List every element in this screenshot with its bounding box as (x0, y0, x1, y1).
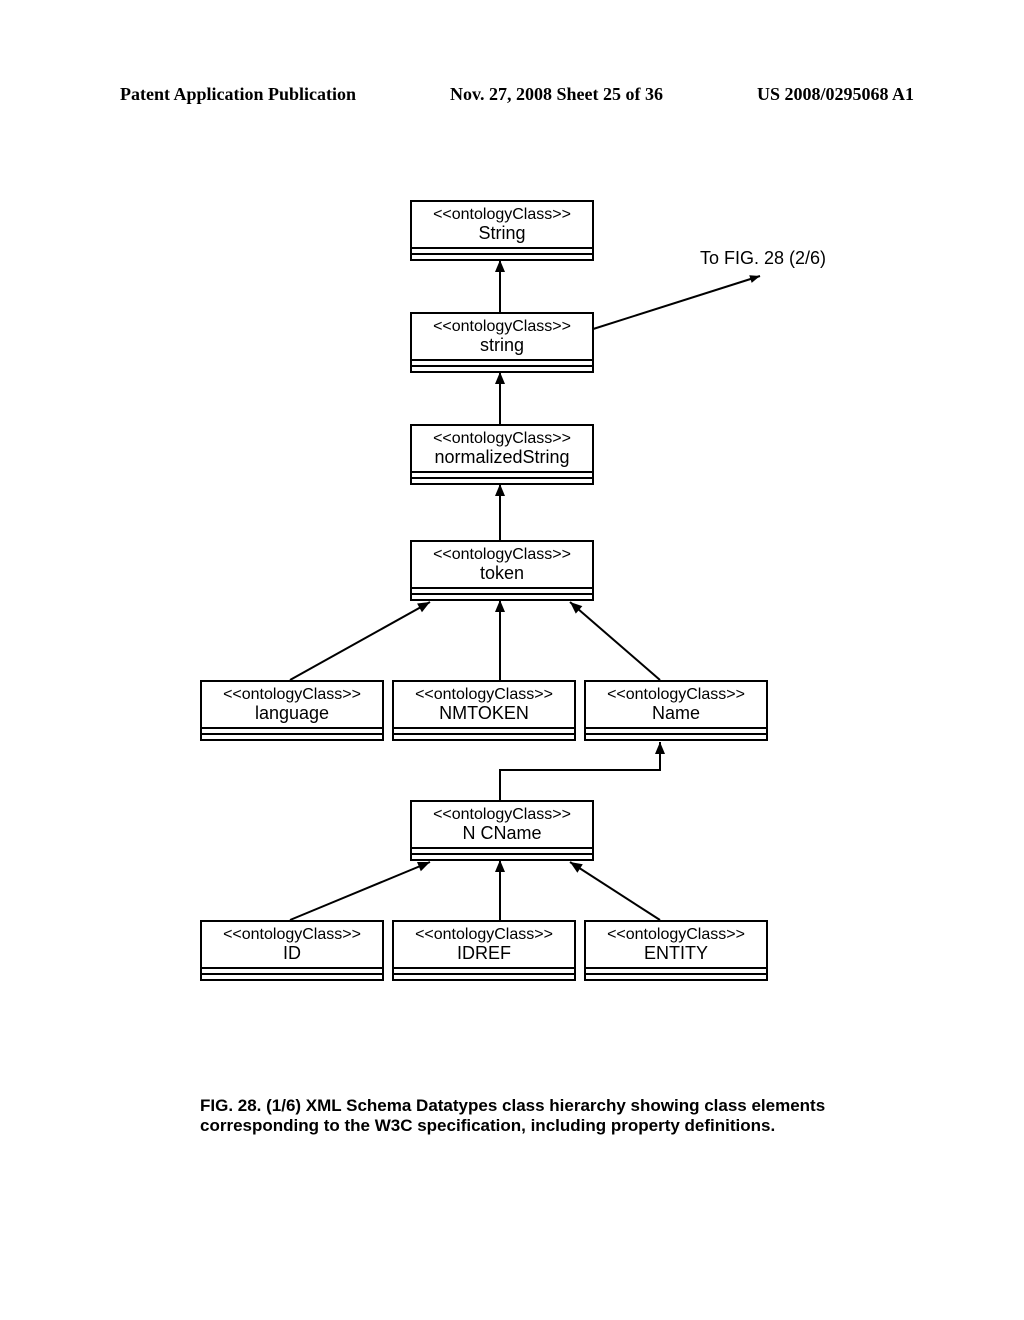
figure-caption: FIG. 28. (1/6) XML Schema Datatypes clas… (200, 1096, 840, 1137)
class-name: Name (586, 704, 766, 728)
class-box-NCName: <<ontologyClass>> N CName (410, 800, 594, 861)
stereotype-label: <<ontologyClass>> (586, 682, 766, 704)
class-name: ENTITY (586, 944, 766, 968)
class-box-Name: <<ontologyClass>> Name (584, 680, 768, 741)
class-box-NMTOKEN: <<ontologyClass>> NMTOKEN (392, 680, 576, 741)
stereotype-label: <<ontologyClass>> (412, 426, 592, 448)
class-name: ID (202, 944, 382, 968)
stereotype-label: <<ontologyClass>> (412, 802, 592, 824)
class-name: language (202, 704, 382, 728)
page: Patent Application Publication Nov. 27, … (0, 0, 1024, 1320)
class-box-ID: <<ontologyClass>> ID (200, 920, 384, 981)
offpage-label: To FIG. 28 (2/6) (700, 248, 826, 269)
class-box-token: <<ontologyClass>> token (410, 540, 594, 601)
class-box-ENTITY: <<ontologyClass>> ENTITY (584, 920, 768, 981)
class-name: normalizedString (412, 448, 592, 472)
class-name: string (412, 336, 592, 360)
stereotype-label: <<ontologyClass>> (202, 922, 382, 944)
class-name: String (412, 224, 592, 248)
class-name: NMTOKEN (394, 704, 574, 728)
stereotype-label: <<ontologyClass>> (412, 542, 592, 564)
class-box-string: <<ontologyClass>> string (410, 312, 594, 373)
stereotype-label: <<ontologyClass>> (412, 314, 592, 336)
class-name: token (412, 564, 592, 588)
class-name: IDREF (394, 944, 574, 968)
stereotype-label: <<ontologyClass>> (394, 922, 574, 944)
stereotype-label: <<ontologyClass>> (202, 682, 382, 704)
class-box-String: <<ontologyClass>> String (410, 200, 594, 261)
class-name: N CName (412, 824, 592, 848)
stereotype-label: <<ontologyClass>> (586, 922, 766, 944)
stereotype-label: <<ontologyClass>> (394, 682, 574, 704)
stereotype-label: <<ontologyClass>> (412, 202, 592, 224)
class-box-IDREF: <<ontologyClass>> IDREF (392, 920, 576, 981)
class-box-normalizedString: <<ontologyClass>> normalizedString (410, 424, 594, 485)
class-box-language: <<ontologyClass>> language (200, 680, 384, 741)
